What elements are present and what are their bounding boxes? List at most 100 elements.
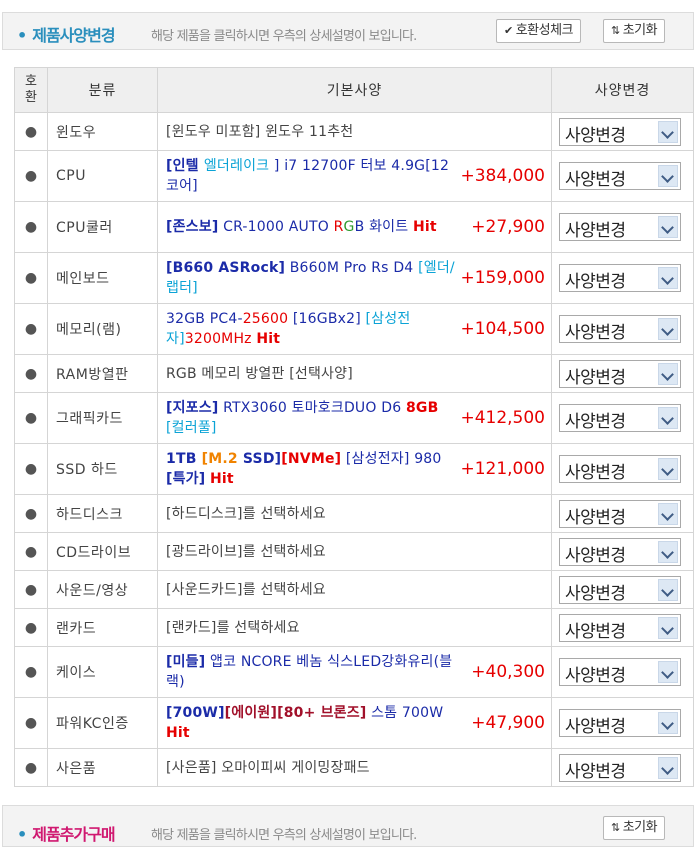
dropdown-arrow-icon[interactable] (658, 756, 678, 779)
row-spec-cell[interactable]: [700W][에이원][80+ 브론즈] 스톰 700W Hit +47,900 (157, 697, 552, 749)
dropdown-arrow-icon[interactable] (658, 661, 678, 683)
row-spec-text[interactable]: 1TB [M.2 SSD][NVMe] [삼성전자] 980 [특가] Hit (166, 449, 456, 489)
row-spec-text[interactable]: [사운드카드]를 선택하세요 (166, 580, 326, 600)
row-category: 메인보드 (47, 252, 158, 304)
compat-bullet-icon: ● (14, 354, 48, 393)
table-row[interactable]: ● 랜카드 [랜카드]를 선택하세요 사양변경 (14, 608, 694, 647)
row-spec-cell[interactable]: RGB 메모리 방열판 [선택사양] (157, 354, 552, 393)
row-spec-text[interactable]: [존스보] CR-1000 AUTO RGB 화이트 Hit (166, 217, 437, 237)
spec-segment: 엘더레이크 (203, 158, 270, 174)
row-category: 메모리(램) (47, 303, 158, 355)
spec-segment: [M.2 (201, 451, 243, 467)
spec-change-select[interactable]: 사양변경 (559, 455, 681, 483)
table-row[interactable]: ● CD드라이브 [광드라이브]를 선택하세요 사양변경 (14, 532, 694, 571)
row-spec-cell[interactable]: 32GB PC4-25600 [16GBx2] [삼성전자]3200MHz Hi… (157, 303, 552, 355)
compat-bullet-icon: ● (14, 150, 48, 202)
compat-bullet-icon: ● (14, 201, 48, 253)
spec-change-select[interactable]: 사양변경 (559, 162, 681, 190)
spec-change-select[interactable]: 사양변경 (559, 537, 681, 566)
table-row[interactable]: ● 파워KC인증 [700W][에이원][80+ 브론즈] 스톰 700W Hit +… (14, 697, 694, 749)
spec-subtitle: 해당 제품을 클릭하시면 우측의 상세설명이 보입니다. (151, 29, 417, 44)
dropdown-arrow-icon[interactable] (658, 540, 678, 563)
extra-reset-button[interactable]: ⇅ 초기화 (603, 816, 666, 840)
spec-change-select[interactable]: 사양변경 (559, 359, 681, 388)
row-spec-cell[interactable]: [인텔 엘더레이크 ] i7 12700F 터보 4.9G[12코어] +384,… (157, 150, 552, 202)
spec-change-select[interactable]: 사양변경 (559, 658, 681, 686)
spec-change-select[interactable]: 사양변경 (559, 264, 681, 292)
spec-change-label: 사양변경 (565, 507, 626, 528)
row-select-cell: 사양변경 (551, 570, 694, 609)
row-spec-text[interactable]: [지포스] RTX3060 토마호크DUO D6 8GB [컬러풀] (166, 398, 456, 438)
row-spec-cell[interactable]: [B660 ASRock] B660M Pro Rs D4 [엘더/랩터] +15… (157, 252, 552, 304)
row-spec-cell[interactable]: [존스보] CR-1000 AUTO RGB 화이트 Hit +27,900 (157, 201, 552, 253)
dropdown-arrow-icon[interactable] (658, 712, 678, 734)
row-spec-text[interactable]: [B660 ASRock] B660M Pro Rs D4 [엘더/랩터] (166, 258, 456, 298)
dropdown-arrow-icon[interactable] (658, 120, 678, 143)
table-row[interactable]: ● 하드디스크 [하드디스크]를 선택하세요 사양변경 (14, 494, 694, 533)
dropdown-arrow-icon[interactable] (658, 502, 678, 525)
dropdown-arrow-icon[interactable] (658, 578, 678, 601)
row-select-cell: 사양변경 (551, 303, 694, 355)
row-spec-text[interactable]: [700W][에이원][80+ 브론즈] 스톰 700W Hit (166, 703, 467, 743)
table-row[interactable]: ● SSD 하드 1TB [M.2 SSD][NVMe] [삼성전자] 980 [특… (14, 443, 694, 495)
row-spec-text[interactable]: RGB 메모리 방열판 [선택사양] (166, 364, 353, 384)
spec-change-select[interactable]: 사양변경 (559, 117, 681, 146)
dropdown-arrow-icon[interactable] (658, 267, 678, 289)
row-spec-cell[interactable]: [광드라이브]를 선택하세요 (157, 532, 552, 571)
row-spec-text[interactable]: [인텔 엘더레이크 ] i7 12700F 터보 4.9G[12코어] (166, 156, 456, 196)
spec-change-label: 사양변경 (565, 323, 626, 343)
row-spec-cell[interactable]: [미들] 앱코 NCORE 베놈 식스LED강화유리(블랙) +40,300 (157, 646, 552, 698)
table-row[interactable]: ● 사은품 [사은품] 오마이피씨 게이밍장패드 사양변경 (14, 748, 694, 787)
row-select-cell: 사양변경 (551, 150, 694, 202)
dropdown-arrow-icon[interactable] (658, 362, 678, 385)
row-spec-text[interactable]: [랜카드]를 선택하세요 (166, 618, 300, 638)
row-spec-cell[interactable]: [윈도우 미포함] 윈도우 11추천 (157, 112, 552, 151)
table-row[interactable]: ● 사운드/영상 [사운드카드]를 선택하세요 사양변경 (14, 570, 694, 609)
spec-change-select[interactable]: 사양변경 (559, 404, 681, 432)
spec-section-title: • 제품사양변경 (17, 22, 116, 46)
spec-change-select[interactable]: 사양변경 (559, 753, 681, 782)
row-spec-cell[interactable]: [지포스] RTX3060 토마호크DUO D6 8GB [컬러풀] +412,5… (157, 392, 552, 444)
row-spec-cell[interactable]: 1TB [M.2 SSD][NVMe] [삼성전자] 980 [특가] Hit +… (157, 443, 552, 495)
row-spec-cell[interactable]: [랜카드]를 선택하세요 (157, 608, 552, 647)
compat-bullet-icon: ● (14, 570, 48, 609)
table-row[interactable]: ● 메인보드 [B660 ASRock] B660M Pro Rs D4 [엘더/랩… (14, 252, 694, 304)
spec-change-select[interactable]: 사양변경 (559, 709, 681, 737)
compat-check-button[interactable]: ✔ 호환성체크 (496, 19, 582, 43)
row-spec-text[interactable]: [미들] 앱코 NCORE 베놈 식스LED강화유리(블랙) (166, 652, 467, 692)
table-row[interactable]: ● 윈도우 [윈도우 미포함] 윈도우 11추천 사양변경 (14, 112, 694, 151)
row-category: 윈도우 (47, 112, 158, 151)
table-row[interactable]: ● CPU쿨러 [존스보] CR-1000 AUTO RGB 화이트 Hit +27,… (14, 201, 694, 253)
dropdown-arrow-icon[interactable] (658, 318, 678, 340)
table-row[interactable]: ● 메모리(램) 32GB PC4-25600 [16GBx2] [삼성전자]320… (14, 303, 694, 355)
row-spec-text[interactable]: [광드라이브]를 선택하세요 (166, 542, 326, 562)
row-spec-text[interactable]: [윈도우 미포함] 윈도우 11추천 (166, 122, 353, 142)
bullet-icon: • (17, 26, 27, 45)
table-row[interactable]: ● 케이스 [미들] 앱코 NCORE 베놈 식스LED강화유리(블랙) +40,30… (14, 646, 694, 698)
reset-button[interactable]: ⇅ 초기화 (603, 19, 666, 43)
spec-change-label: 사양변경 (565, 412, 626, 432)
spec-change-label: 사양변경 (565, 463, 626, 483)
spec-change-select[interactable]: 사양변경 (559, 499, 681, 528)
spec-change-select[interactable]: 사양변경 (559, 613, 681, 642)
dropdown-arrow-icon[interactable] (658, 216, 678, 238)
dropdown-arrow-icon[interactable] (658, 616, 678, 639)
spec-change-select[interactable]: 사양변경 (559, 575, 681, 604)
row-spec-text[interactable]: 32GB PC4-25600 [16GBx2] [삼성전자]3200MHz Hi… (166, 309, 456, 349)
row-spec-text[interactable]: [하드디스크]를 선택하세요 (166, 504, 326, 524)
spec-change-select[interactable]: 사양변경 (559, 213, 681, 241)
row-spec-cell[interactable]: [사은품] 오마이피씨 게이밍장패드 (157, 748, 552, 787)
row-spec-cell[interactable]: [하드디스크]를 선택하세요 (157, 494, 552, 533)
spec-segment: [사은품] 오마이피씨 게이밍장패드 (166, 759, 370, 776)
table-row[interactable]: ● CPU [인텔 엘더레이크 ] i7 12700F 터보 4.9G[12코어] +… (14, 150, 694, 202)
spec-change-select[interactable]: 사양변경 (559, 315, 681, 343)
dropdown-arrow-icon[interactable] (658, 458, 678, 480)
row-price: +47,900 (471, 713, 545, 733)
row-spec-text[interactable]: [사은품] 오마이피씨 게이밍장패드 (166, 758, 370, 778)
row-spec-cell[interactable]: [사운드카드]를 선택하세요 (157, 570, 552, 609)
table-row[interactable]: ● RAM방열판 RGB 메모리 방열판 [선택사양] 사양변경 (14, 354, 694, 393)
dropdown-arrow-icon[interactable] (658, 407, 678, 429)
table-row[interactable]: ● 그래픽카드 [지포스] RTX3060 토마호크DUO D6 8GB [컬러풀]… (14, 392, 694, 444)
spec-segment: [16GBx2] (288, 311, 366, 327)
dropdown-arrow-icon[interactable] (658, 165, 678, 187)
